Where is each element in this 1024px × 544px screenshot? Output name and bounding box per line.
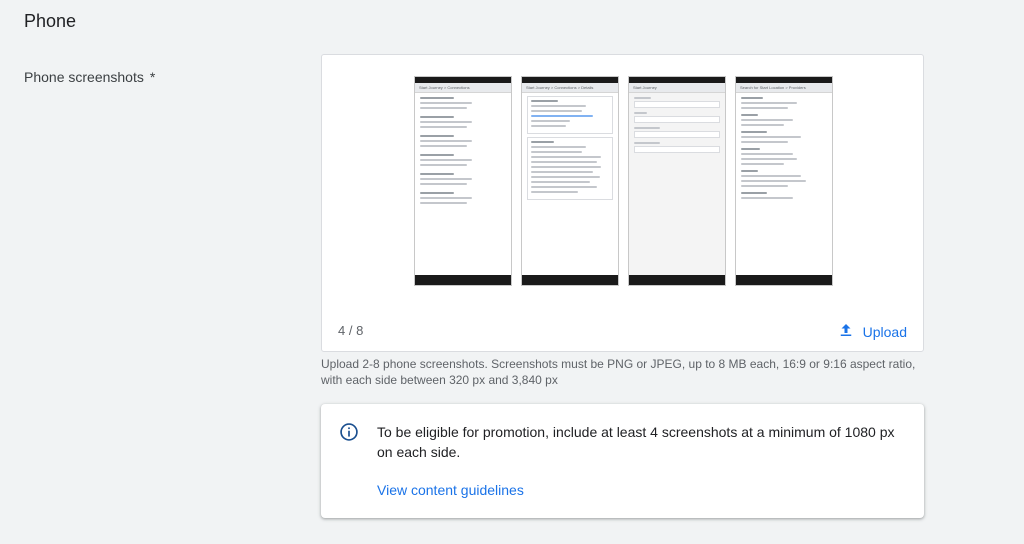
screenshot-app-bar: Search for Start Location > Providers: [736, 83, 832, 93]
field-label-text: Phone screenshots: [24, 69, 144, 85]
screenshot-thumbnails: Start Journey > Connections Start Journe…: [414, 76, 833, 286]
field-label: Phone screenshots *: [24, 69, 155, 85]
promotion-info-card: To be eligible for promotion, include at…: [321, 404, 924, 518]
screenshot-counter: 4 / 8: [338, 323, 364, 338]
promotion-text: To be eligible for promotion, include at…: [377, 424, 895, 460]
screenshot-requirements-text: Upload 2-8 phone screenshots. Screenshot…: [321, 357, 916, 387]
view-content-guidelines-link[interactable]: View content guidelines: [377, 482, 524, 498]
screenshot-thumbnail[interactable]: Search for Start Location > Providers: [735, 76, 833, 286]
screenshot-app-bar: Start Journey > Connections: [415, 83, 511, 93]
screenshot-app-bar: Start Journey > Connections > Details: [522, 83, 618, 93]
screenshots-card: Start Journey > Connections Start Journe…: [321, 54, 924, 352]
section-title: Phone: [24, 11, 77, 31]
screenshot-thumbnail[interactable]: Start Journey > Connections > Details: [521, 76, 619, 286]
upload-button[interactable]: Upload: [837, 321, 907, 342]
screenshot-thumbnail[interactable]: Start Journey: [628, 76, 726, 286]
screenshot-app-bar: Start Journey: [629, 83, 725, 93]
upload-label: Upload: [862, 323, 907, 340]
required-mark: *: [149, 69, 156, 85]
info-icon: [339, 422, 359, 442]
screenshot-thumbnail[interactable]: Start Journey > Connections: [414, 76, 512, 286]
upload-icon: [837, 321, 855, 342]
